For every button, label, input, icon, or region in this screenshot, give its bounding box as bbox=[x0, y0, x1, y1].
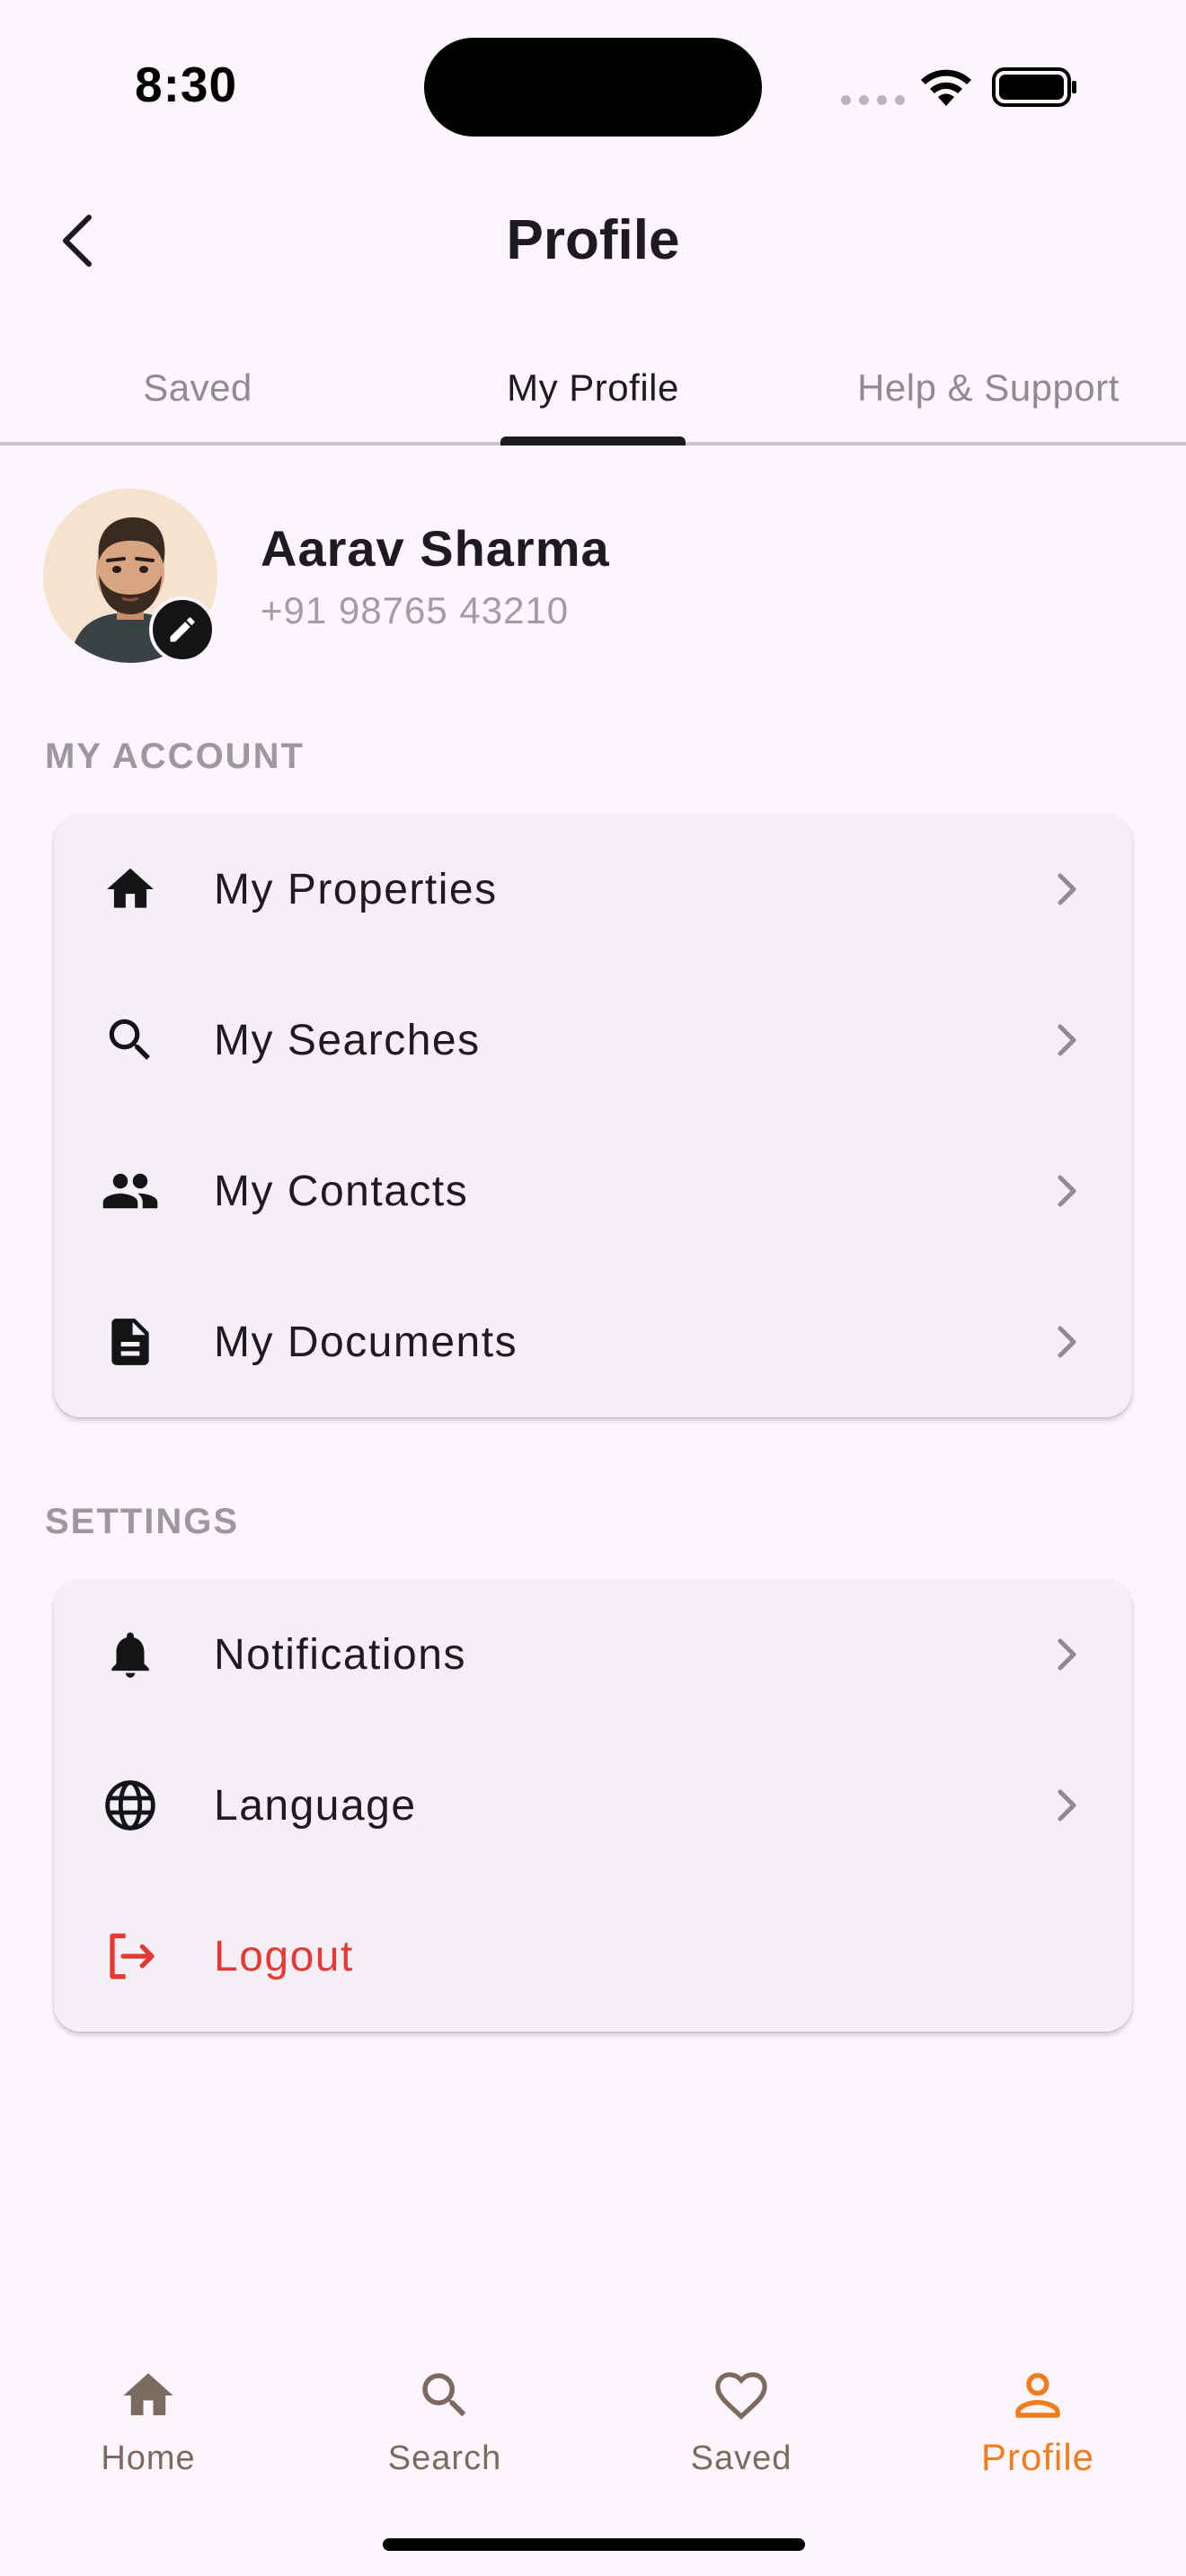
document-icon bbox=[99, 1310, 162, 1373]
menu-item-my-contacts[interactable]: My Contacts bbox=[54, 1116, 1132, 1266]
chevron-right-icon bbox=[1049, 1173, 1085, 1209]
home-indicator bbox=[383, 2538, 805, 2551]
menu-item-label: Language bbox=[214, 1781, 417, 1830]
nav-label: Profile bbox=[980, 2436, 1095, 2478]
menu-item-notifications[interactable]: Notifications bbox=[54, 1579, 1132, 1730]
menu-item-my-documents[interactable]: My Documents bbox=[54, 1266, 1132, 1417]
person-icon bbox=[1006, 2364, 1069, 2427]
logout-icon bbox=[99, 1925, 162, 1988]
tab-saved[interactable]: Saved bbox=[0, 341, 395, 442]
account-card: My Properties My Searches My Contacts My… bbox=[54, 814, 1132, 1417]
user-name: Aarav Sharma bbox=[261, 520, 610, 577]
section-title-account: MY ACCOUNT bbox=[45, 737, 305, 776]
tab-help-support[interactable]: Help & Support bbox=[791, 341, 1186, 442]
menu-item-label: Logout bbox=[214, 1932, 354, 1981]
search-icon bbox=[99, 1009, 162, 1072]
status-time: 8:30 bbox=[135, 57, 238, 112]
chevron-right-icon bbox=[1049, 1022, 1085, 1058]
nav-label: Search bbox=[387, 2439, 502, 2477]
back-button[interactable] bbox=[45, 203, 108, 278]
nav-item-profile[interactable]: Profile bbox=[890, 2326, 1186, 2576]
chevron-right-icon bbox=[1049, 871, 1085, 907]
pencil-icon bbox=[170, 617, 195, 642]
chevron-right-icon bbox=[1049, 1636, 1085, 1672]
home-icon bbox=[117, 2364, 180, 2427]
menu-item-label: Notifications bbox=[214, 1630, 466, 1679]
people-icon bbox=[99, 1160, 162, 1222]
nav-label: Saved bbox=[690, 2439, 792, 2477]
globe-icon bbox=[99, 1774, 162, 1837]
menu-item-my-properties[interactable]: My Properties bbox=[54, 814, 1132, 965]
battery-icon bbox=[992, 67, 1076, 107]
settings-card: Notifications Language Logout bbox=[54, 1579, 1132, 2032]
tab-my-profile[interactable]: My Profile bbox=[395, 341, 791, 442]
menu-item-label: My Documents bbox=[214, 1318, 518, 1366]
bell-icon bbox=[99, 1623, 162, 1686]
signal-dots-icon bbox=[841, 95, 905, 105]
page-title: Profile bbox=[506, 209, 680, 271]
dynamic-island bbox=[424, 38, 762, 137]
menu-item-my-searches[interactable]: My Searches bbox=[54, 965, 1132, 1116]
nav-item-home[interactable]: Home bbox=[0, 2326, 296, 2576]
search-icon bbox=[413, 2364, 476, 2427]
menu-item-label: My Contacts bbox=[214, 1167, 469, 1215]
menu-item-language[interactable]: Language bbox=[54, 1730, 1132, 1881]
menu-item-label: My Searches bbox=[214, 1016, 481, 1064]
tab-bar: Saved My Profile Help & Support bbox=[0, 341, 1186, 446]
chevron-right-icon bbox=[1049, 1324, 1085, 1360]
section-title-settings: SETTINGS bbox=[45, 1502, 240, 1541]
heart-icon bbox=[710, 2364, 773, 2427]
menu-item-label: My Properties bbox=[214, 865, 498, 913]
nav-label: Home bbox=[101, 2439, 196, 2477]
wifi-icon bbox=[921, 69, 971, 106]
menu-item-logout[interactable]: Logout bbox=[54, 1881, 1132, 2032]
home-icon bbox=[99, 858, 162, 921]
user-phone: +91 98765 43210 bbox=[261, 589, 570, 631]
chevron-left-icon bbox=[63, 215, 92, 267]
chevron-right-icon bbox=[1049, 1787, 1085, 1823]
edit-avatar-button[interactable] bbox=[149, 596, 216, 663]
